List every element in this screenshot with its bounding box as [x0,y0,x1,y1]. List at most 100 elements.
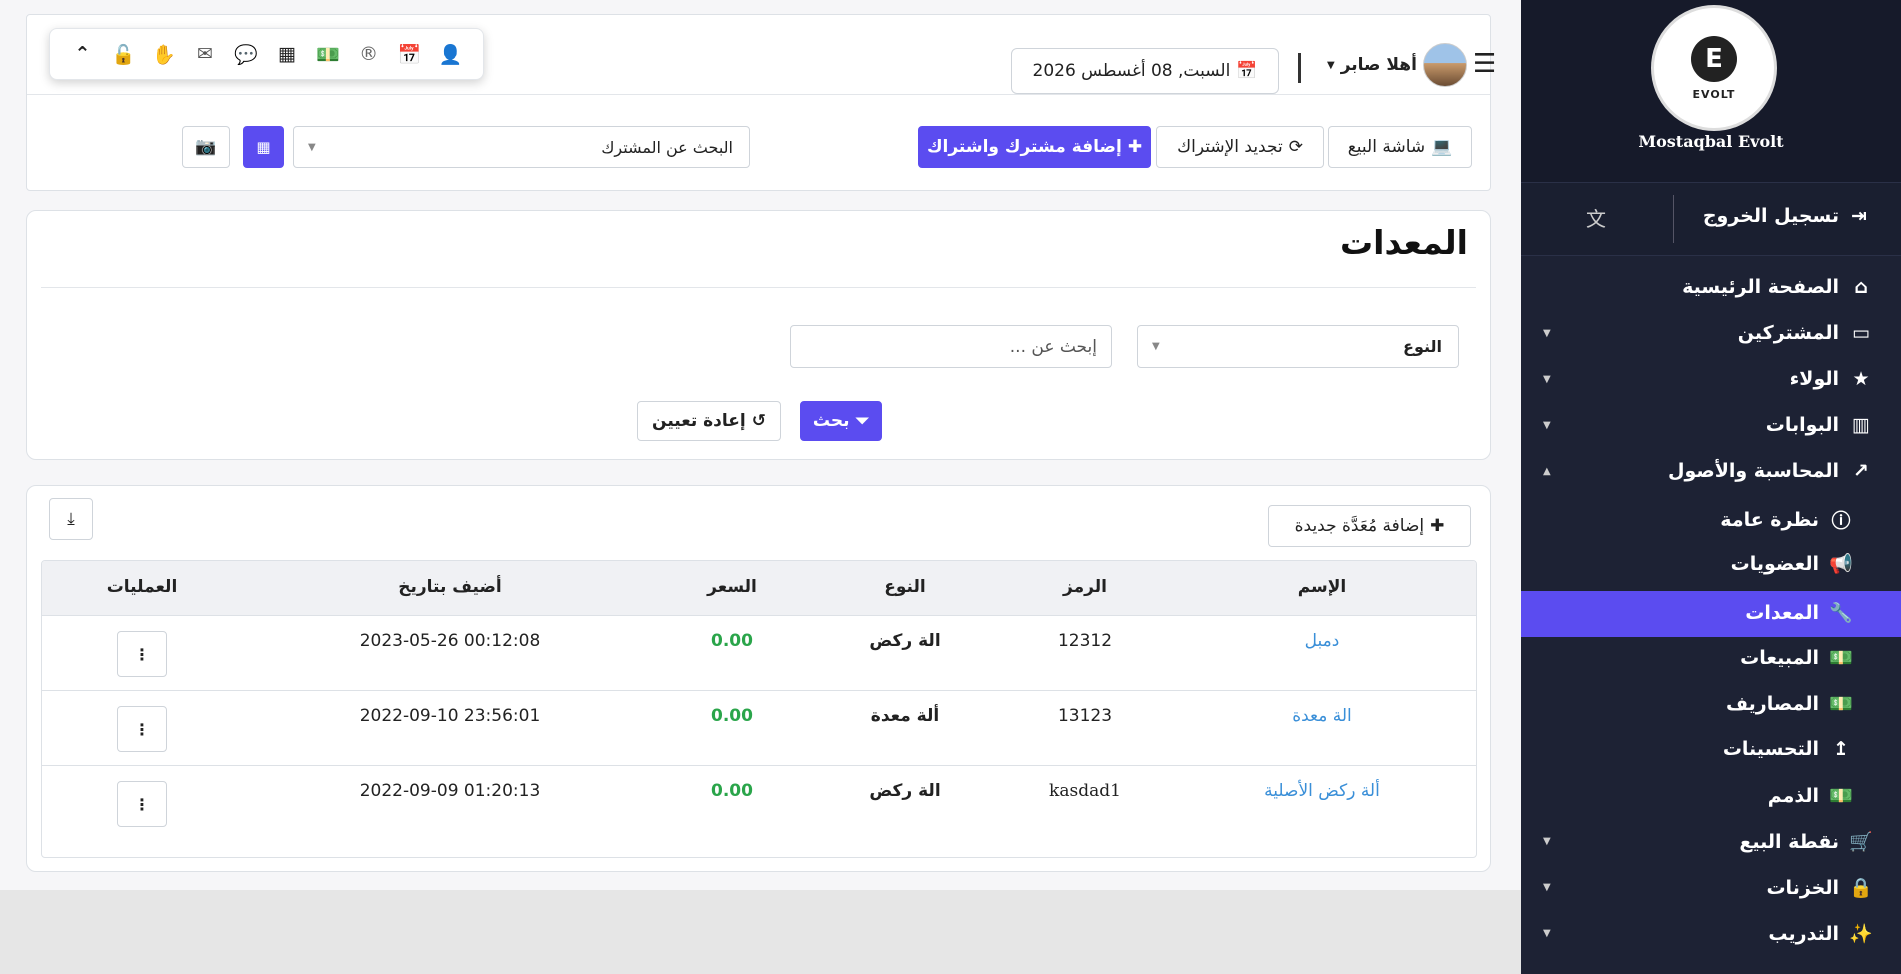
equipment-code: kasdad1 [1049,781,1121,801]
camera-icon: 📷 [195,137,217,157]
equipment-name-link[interactable]: ألة ركض الأصلية [1264,781,1380,801]
sidebar-item-training[interactable]: ✨ التدريب ▼ [1521,912,1901,958]
reset-button[interactable]: ↺ إعادة تعيين [637,401,781,441]
sidebar-item-safes[interactable]: 🔒 الخزنات ▼ [1521,866,1901,912]
money-icon: 💵 [1829,647,1853,669]
sidebar-item-gates[interactable]: ▥ البوابات ▼ [1521,404,1901,450]
sidebar-item-memberships[interactable]: 📢 العضويات [1521,542,1901,588]
header-price[interactable]: السعر [707,577,757,597]
star-icon: ★ [1852,368,1870,390]
equipment-type: الة ركض [869,631,941,651]
search-input[interactable]: إبحث عن ... [790,325,1112,368]
chevron-up-icon[interactable]: ⌃ [68,43,96,65]
comment-icon[interactable]: 💬 [232,43,260,66]
sign-out-icon: ⇥ [1851,205,1867,227]
camera-button[interactable]: 📷 [182,126,230,168]
main-content: ☰ أهلا صابر ▼ 📅 السبت, 08 أغسطس 2026 💻 ش… [0,0,1521,890]
add-subscriber-button[interactable]: ✚ إضافة مشترك واشتراك [918,126,1151,168]
row-actions-button[interactable]: ⋮ [117,631,167,677]
sidebar-logout-bar: ⇥ تسجيل الخروج 文 [1521,182,1901,256]
caret-up-icon: ▲ [1543,466,1551,477]
brand-name: Mostaqbal Evolt [1638,132,1784,151]
user-menu[interactable]: أهلا صابر ▼ [1327,43,1467,87]
table-header: الإسم الرمز النوع السعر أضيف بتاريخ العم… [42,561,1476,616]
header-name[interactable]: الإسم [1298,577,1347,597]
equipment-added-date: 2022-09-09 01:20:13 [359,781,541,801]
bullhorn-icon: 📢 [1829,553,1853,575]
equipment-table-card: ✚ إضافة مُعَدَّة جديدة ⤓ الإسم الرمز الن… [26,485,1491,872]
logo-text: EVOLT [1692,87,1736,101]
download-button[interactable]: ⤓ [49,498,93,540]
sidebar-item-receivables[interactable]: 💵 الذمم [1521,774,1901,820]
sidebar: E EVOLT Mostaqbal Evolt ⇥ تسجيل الخروج 文… [1521,0,1901,974]
sidebar-item-label: البوابات [1765,414,1839,436]
laptop-icon: 💻 [1431,137,1453,157]
equipment-type: ألة معدة [870,706,940,726]
sidebar-item-loyalty[interactable]: ★ الولاء ▼ [1521,358,1901,404]
sidebar-item-home[interactable]: ⌂ الصفحة الرئيسية [1521,266,1901,312]
add-equipment-button[interactable]: ✚ إضافة مُعَدَّة جديدة [1268,505,1471,547]
search-placeholder: إبحث عن ... [1009,336,1097,357]
add-subscriber-label: إضافة مشترك واشتراك [926,137,1122,157]
sidebar-item-label: الولاء [1789,368,1839,390]
sidebar-item-label: المبيعات [1740,646,1819,669]
header-type[interactable]: النوع [884,577,925,597]
sidebar-item-label: المصاريف [1726,692,1819,715]
logo[interactable]: E EVOLT [1651,5,1777,131]
top-bar-divider [27,94,1490,95]
header-actions: العمليات [106,577,178,597]
equipment-code: 13123 [1057,706,1113,726]
ellipsis-vertical-icon: ⋮ [134,719,150,739]
subscriber-search-select[interactable]: البحث عن المشترك ▼ [293,126,750,168]
sidebar-item-overview[interactable]: ⓘ نظرة عامة [1521,496,1901,542]
sidebar-item-pos[interactable]: 🛒 نقطة البيع ▼ [1521,820,1901,866]
magic-icon: ✨ [1849,923,1873,945]
hand-icon[interactable]: ✋ [150,43,178,66]
sidebar-item-label: الذمم [1767,784,1819,807]
pos-screen-button[interactable]: 💻 شاشة البيع [1328,126,1472,168]
sidebar-item-label: التحسينات [1722,738,1819,760]
level-up-icon: ↥ [1833,738,1849,760]
money-icon: 💵 [1829,693,1853,715]
sidebar-item-improvements[interactable]: ↥ التحسينات [1521,728,1901,774]
plus-icon: ✚ [1430,516,1445,536]
sidebar-item-accounting[interactable]: ↗ المحاسبة والأصول ▲ [1521,450,1901,496]
search-button[interactable]: ⏷ بحث [800,401,882,441]
registered-icon[interactable]: ® [355,43,383,65]
table-row: دمبل 12312 الة ركض 0.00 2023-05-26 00:12… [42,616,1476,691]
equipment-name-link[interactable]: دمبل [1305,631,1340,651]
envelope-icon[interactable]: ✉ [191,43,219,65]
unlock-icon[interactable]: 🔓 [109,43,137,66]
caret-down-icon: ▼ [1152,341,1160,352]
sidebar-item-subscribers[interactable]: ▭ المشتركين ▼ [1521,312,1901,358]
logout-button[interactable]: ⇥ تسجيل الخروج [1703,205,1871,227]
calendar-icon[interactable]: 📅 [396,43,424,66]
equipment-name-link[interactable]: الة معدة [1292,706,1352,726]
qrcode-icon[interactable]: ▦ [273,43,301,65]
equipment-added-date: 2022-09-10 23:56:01 [359,706,541,726]
money-icon[interactable]: 💵 [314,43,342,66]
sidebar-item-label: المحاسبة والأصول [1667,460,1839,482]
refresh-icon: ⟳ [1288,137,1303,157]
caret-down-icon: ▼ [1543,836,1551,847]
reset-button-label: إعادة تعيين [652,411,746,431]
user-plus-icon[interactable]: 👤 [436,43,464,66]
header-code[interactable]: الرمز [1063,577,1107,597]
row-actions-button[interactable]: ⋮ [117,706,167,752]
renew-subscription-button[interactable]: ⟳ تجديد الإشتراك [1156,126,1324,168]
sidebar-item-label: الصفحة الرئيسية [1682,276,1839,298]
avatar [1422,43,1467,87]
language-icon[interactable]: 文 [1586,203,1606,232]
sidebar-item-label: العضويات [1730,552,1819,575]
type-select[interactable]: النوع ▼ [1137,325,1459,368]
equipment-added-date: 2023-05-26 00:12:08 [359,631,541,651]
filter-icon: ⏷ [855,411,870,431]
row-actions-button[interactable]: ⋮ [117,781,167,827]
sidebar-item-sales[interactable]: 💵 المبيعات [1521,636,1901,682]
sidebar-item-equipment[interactable]: 🔧 المعدات [1521,591,1901,637]
header-added[interactable]: أضيف بتاريخ [398,577,502,597]
sidebar-item-expenses[interactable]: 💵 المصاريف [1521,682,1901,728]
qr-scan-button[interactable]: ▦ [243,126,284,168]
logo-mark: E [1691,35,1737,82]
menu-toggle-icon[interactable]: ☰ [1473,49,1496,79]
